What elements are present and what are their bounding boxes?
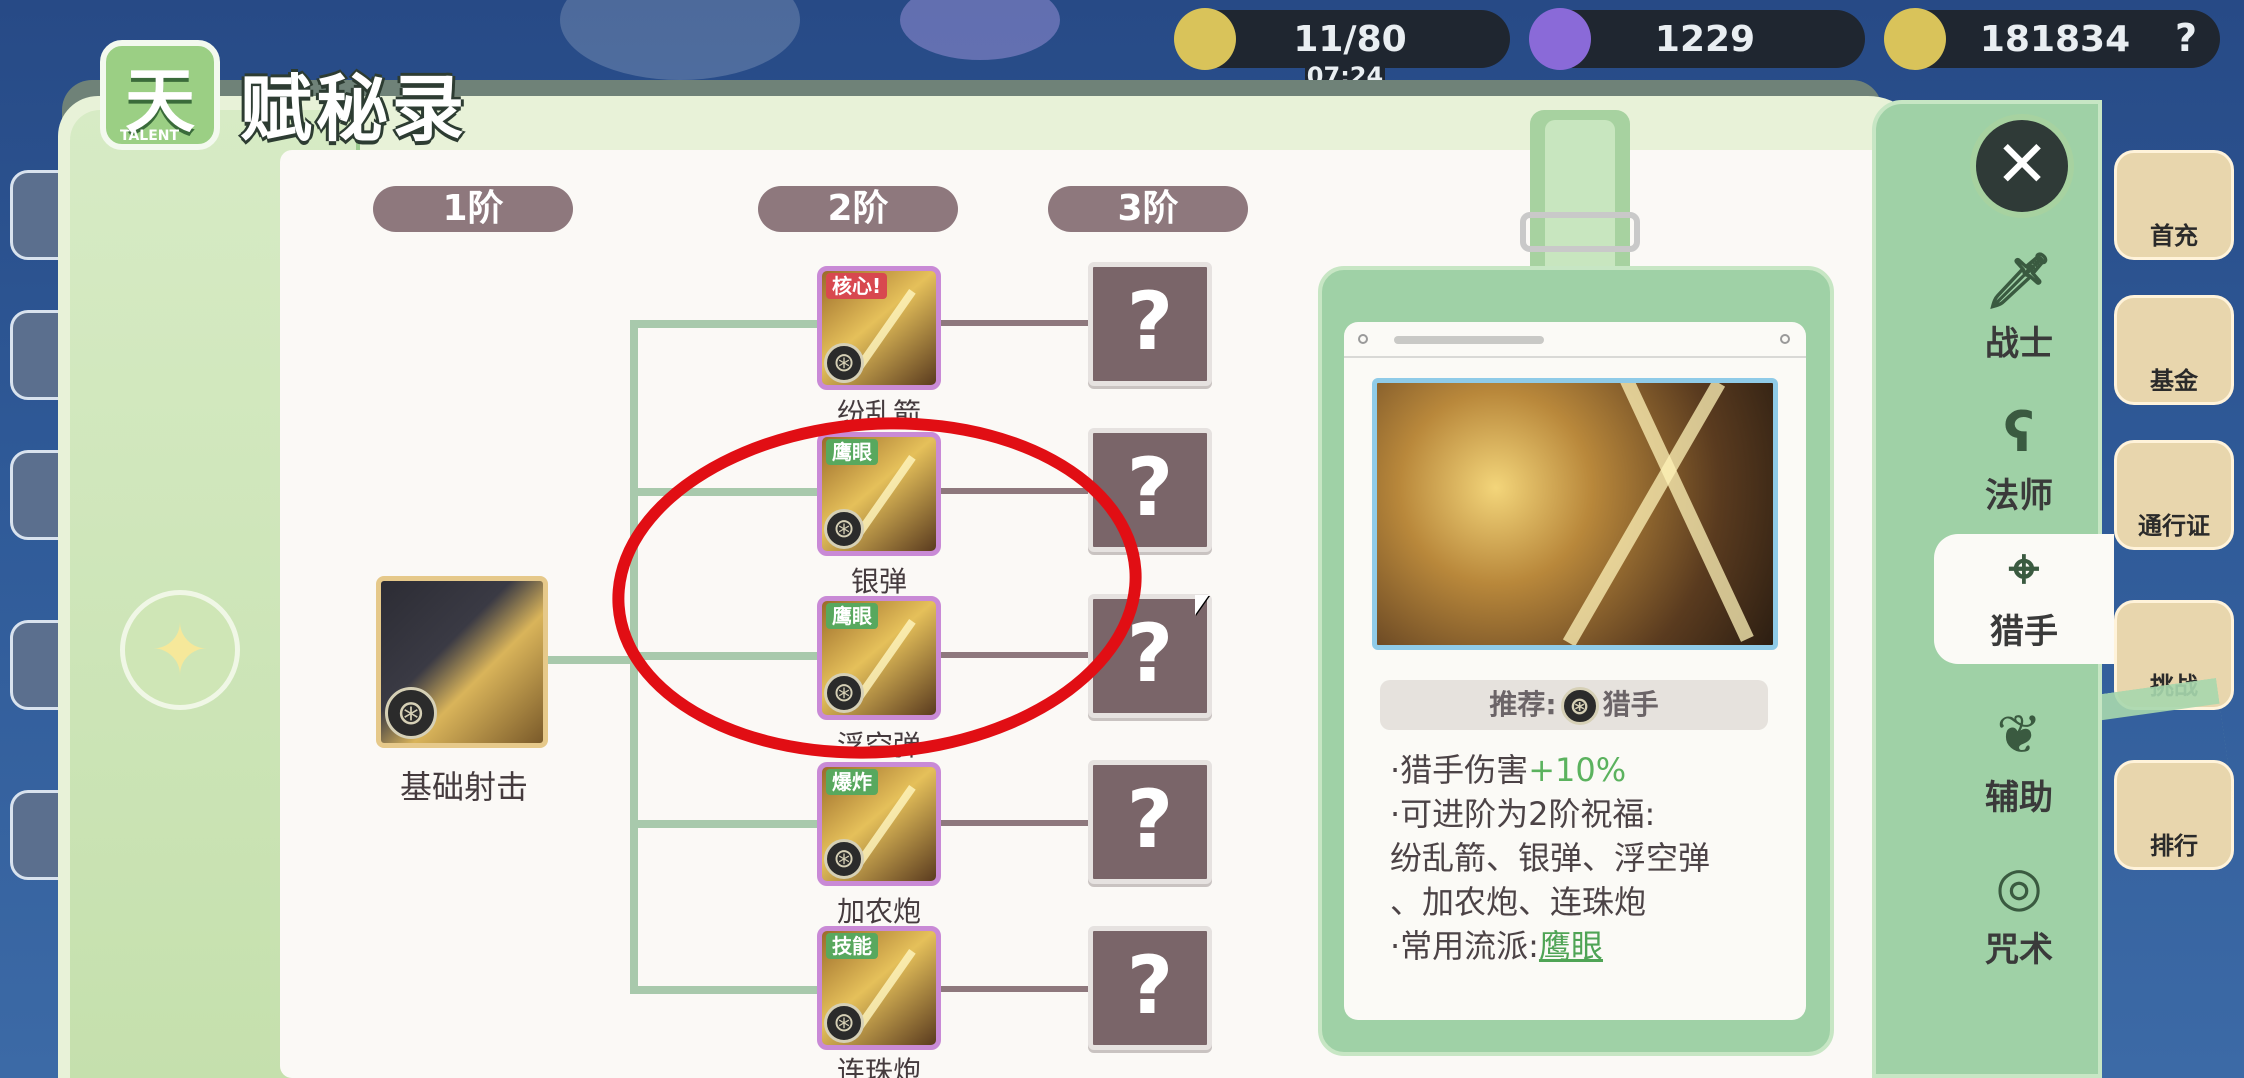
gem-orb-plus-icon <box>1529 8 1591 70</box>
portrait-light-ray <box>1614 383 1754 642</box>
base-skill-card[interactable]: ⊛ <box>376 576 548 748</box>
crosshair-emblem-icon: ⊛ <box>824 1003 864 1043</box>
info-line-text: ·常用流派: <box>1390 927 1539 965</box>
coin-counter[interactable]: 181834 ? <box>1884 8 2220 70</box>
info-line-text: 、加农炮、连珠炮 <box>1390 883 1647 921</box>
mouse-cursor-icon <box>1195 595 1209 615</box>
coin-plus-icon <box>1884 8 1946 70</box>
recommend-label: 推荐: <box>1489 688 1557 721</box>
crosshair-emblem-icon: ⊛ <box>385 687 437 739</box>
lobby-button-first-charge[interactable]: 首充 <box>2114 150 2234 260</box>
gem-counter[interactable]: 1229 <box>1529 8 1865 70</box>
tier-tab-2: 2阶 <box>758 186 958 232</box>
lobby-button-label: 首充 <box>2150 222 2198 250</box>
info-line-text: ·猎手伤害 <box>1390 751 1529 789</box>
hunter-portrait <box>1372 378 1778 650</box>
locked-skill-slot[interactable]: ? <box>1088 760 1212 884</box>
tab-hunter[interactable]: ⌖ 猎手 <box>1934 534 2114 664</box>
skill-card-chaos-arrows[interactable]: 核心! ⊛ <box>817 266 941 390</box>
info-line: 纷乱箭、银弹、浮空弹 <box>1390 836 1710 880</box>
crosshair-emblem-icon: ⊛ <box>1560 687 1599 725</box>
tab-label: 法师 <box>1985 476 2053 516</box>
tree-connector <box>548 656 636 664</box>
locked-skill-slot[interactable]: ? <box>1088 262 1212 386</box>
locked-skill-slot[interactable]: ? <box>1088 926 1212 1050</box>
close-button[interactable]: ✕ <box>1970 114 2074 218</box>
skill-tag: 技能 <box>826 933 878 959</box>
info-line: ·可进阶为2阶祝福: <box>1390 792 1655 836</box>
tree-connector <box>630 986 820 994</box>
lanyard-strap-inner <box>1545 120 1615 290</box>
lobby-button-fund[interactable]: 基金 <box>2114 295 2234 405</box>
tab-mage[interactable]: ʕ 法师 <box>1944 398 2094 528</box>
lobby-button-pass[interactable]: 通行证 <box>2114 440 2234 550</box>
recommend-class: 猎手 <box>1602 688 1659 721</box>
tree-connector <box>630 320 820 328</box>
lobby-button-label: 通行证 <box>2138 512 2210 540</box>
tree-connector <box>940 320 1090 326</box>
crosshair-icon: ⌖ <box>2008 537 2040 600</box>
window-dot <box>1358 334 1368 344</box>
info-line-highlight: +10% <box>1528 751 1627 789</box>
crosshair-emblem-icon: ⊛ <box>824 343 864 383</box>
tree-connector <box>940 820 1090 826</box>
leaf-icon: ❦ <box>1996 703 2042 766</box>
info-line: ·常用流派:鹰眼 <box>1390 924 1603 968</box>
lightning-plus-icon <box>1174 8 1236 70</box>
window-dot <box>1780 334 1790 344</box>
crosshair-emblem-icon: ⊛ <box>824 839 864 879</box>
tree-connector <box>940 986 1090 992</box>
gem-value: 1229 <box>1654 18 1756 60</box>
skill-card-barrage[interactable]: 技能 ⊛ <box>817 926 941 1050</box>
info-line: 、加农炮、连珠炮 <box>1390 880 1646 924</box>
skill-tag: 核心! <box>826 273 888 299</box>
info-line: ·猎手伤害+10% <box>1390 748 1626 792</box>
skill-card-cannon[interactable]: 爆炸 ⊛ <box>817 762 941 886</box>
help-icon[interactable]: ? <box>2166 16 2206 60</box>
tab-label: 辅助 <box>1985 778 2053 818</box>
base-skill-label: 基础射击 <box>399 768 528 806</box>
badge-window-bar <box>1344 322 1806 358</box>
energy-counter[interactable]: 11/80 <box>1174 8 1510 70</box>
tab-curse[interactable]: ◎ 咒术 <box>1944 852 2094 982</box>
staff-icon: ʕ <box>2003 401 2035 464</box>
skill-label: 连珠炮 <box>836 1055 921 1078</box>
sword-icon: 🗡 <box>1984 249 2054 312</box>
school-link[interactable]: 鹰眼 <box>1539 927 1603 965</box>
window-title-pill <box>1394 336 1544 344</box>
energy-value: 11/80 <box>1293 18 1407 60</box>
coin-value: 181834 <box>1979 18 2131 60</box>
tier-tab-3: 3阶 <box>1048 186 1248 232</box>
tab-label: 咒术 <box>1985 930 2053 970</box>
skill-tag: 爆炸 <box>826 769 878 795</box>
skill-label: 加农炮 <box>836 895 921 928</box>
title-badge-caption: TALENT <box>120 128 180 144</box>
spiral-eye-icon: ◎ <box>1995 855 2043 918</box>
recommend-bar: 推荐: ⊛ 猎手 <box>1380 680 1768 730</box>
tab-support[interactable]: ❦ 辅助 <box>1944 700 2094 830</box>
tree-connector <box>630 820 820 828</box>
page-title: 赋秘录 <box>240 67 469 151</box>
info-line-text: ·可进阶为2阶祝福: <box>1390 795 1656 833</box>
sparkle-star-icon[interactable]: ✦ <box>120 590 240 710</box>
tab-label: 战士 <box>1985 324 2053 364</box>
lobby-button-label: 基金 <box>2150 367 2198 395</box>
badge-clip <box>1520 212 1640 252</box>
tier-tab-1: 1阶 <box>373 186 573 232</box>
tab-warrior[interactable]: 🗡 战士 <box>1944 246 2094 376</box>
tab-label: 猎手 <box>1990 612 2058 652</box>
info-line-text: 纷乱箭、银弹、浮空弹 <box>1390 839 1711 877</box>
